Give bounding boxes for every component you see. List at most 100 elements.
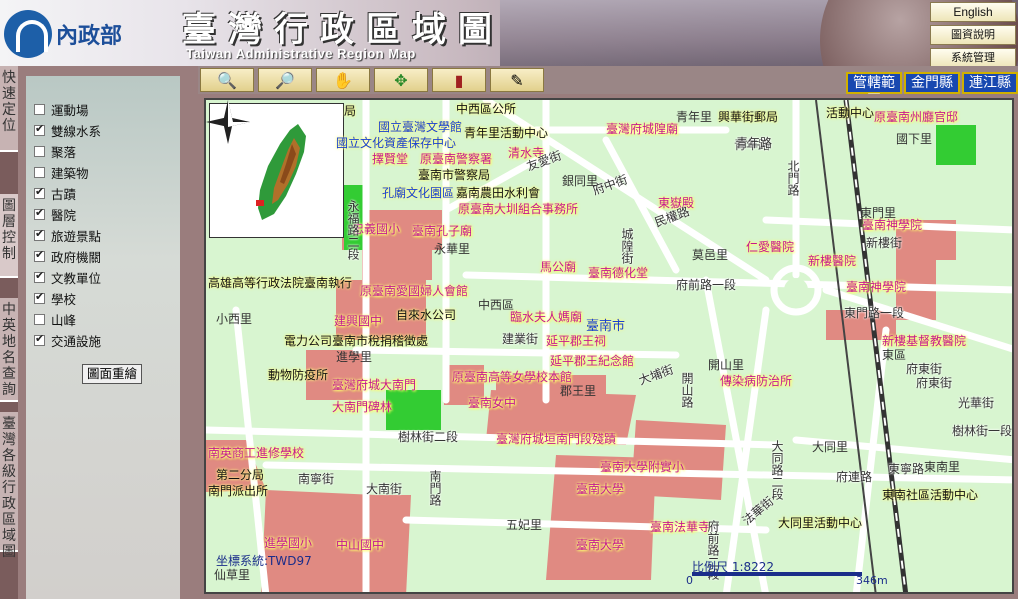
map-label[interactable]: 興華街郵局	[718, 110, 778, 124]
layer-checkbox[interactable]	[34, 166, 45, 178]
layer-item-water[interactable]: 雙線水系	[34, 121, 101, 139]
edit-button[interactable]: ✎	[490, 68, 544, 92]
tab-quick-locate[interactable]: 快速定位	[0, 66, 18, 152]
layer-checkbox[interactable]	[34, 103, 45, 115]
layer-checkbox[interactable]	[34, 313, 45, 325]
map-label[interactable]: 原臺南大圳組合事務所	[458, 202, 578, 216]
layer-control-panel: 運動場 雙線水系 聚落 建築物 古蹟 醫院 旅遊景點 政府機關 文教單位 學校 …	[18, 66, 198, 599]
tab-layer-control[interactable]: 圖層控制	[0, 194, 18, 278]
map-info-button[interactable]: 圖資說明	[930, 25, 1016, 45]
map-label[interactable]: 高雄高等行政法院臺南執行	[208, 276, 352, 290]
map-label[interactable]: 南英商工進修學校	[208, 446, 304, 460]
layer-checkbox[interactable]	[34, 269, 45, 283]
ministry-logo[interactable]: 內政部	[4, 10, 122, 58]
map-label[interactable]: 原臺南州廳官邸	[874, 110, 958, 124]
map-label[interactable]: 原臺南愛國婦人會館	[360, 284, 468, 298]
map-label[interactable]: 中西區公所	[456, 102, 516, 116]
zoom-out-button[interactable]: 🔎	[258, 68, 312, 92]
map-label[interactable]: 延平郡王紀念館	[550, 354, 634, 368]
system-admin-button[interactable]: 系統管理	[930, 48, 1016, 66]
tab-admin-maps[interactable]: 臺灣各級行政區域圖	[0, 412, 18, 560]
map-label[interactable]: 國立文化資產保存中心	[336, 136, 456, 150]
map-label[interactable]: 臺南大學	[576, 482, 624, 496]
map-label[interactable]: 嘉南農田水利會	[456, 186, 540, 200]
map-label[interactable]: 南門派出所	[208, 484, 268, 498]
map-label[interactable]: 局	[344, 104, 356, 118]
tab-name-search[interactable]: 中英地名查詢	[0, 298, 18, 402]
map-label[interactable]: 東南社區活動中心	[882, 488, 978, 502]
zoom-in-button[interactable]: 🔍	[200, 68, 254, 92]
layer-item-monument[interactable]: 古蹟	[34, 184, 76, 202]
map-label[interactable]: 臺灣府城垣南門段殘蹟	[496, 432, 616, 446]
jurisdiction-button[interactable]: 管轄範圍	[846, 72, 902, 109]
street-label: 東寧路	[888, 462, 925, 476]
map-label[interactable]: 原臺南警察署	[420, 152, 492, 166]
layer-item-transport[interactable]: 交通設施	[34, 331, 101, 349]
layer-checkbox[interactable]	[34, 185, 45, 199]
map-label[interactable]: 青年里活動中心	[464, 126, 548, 140]
map-label[interactable]: 臺南神學院	[846, 280, 906, 294]
legend-button[interactable]: ▮	[432, 68, 486, 92]
area-label: 永華里	[434, 242, 471, 256]
full-extent-button[interactable]: ✥	[374, 68, 428, 92]
map-label[interactable]: 進學國小	[264, 536, 312, 550]
map-label[interactable]: 原臺南高等女學校本館	[452, 370, 572, 384]
map-label[interactable]: 臺南市警察局	[418, 168, 490, 182]
layer-item-sports[interactable]: 運動場	[34, 100, 89, 118]
layer-checkbox[interactable]	[34, 227, 45, 241]
layer-checkbox[interactable]	[34, 122, 45, 136]
lienchiang-button[interactable]: 連江縣	[962, 72, 1018, 94]
map-label[interactable]: 電力公司臺南市稅捐稽徵處	[284, 334, 428, 348]
pencil-icon: ✎	[510, 70, 524, 90]
map-label[interactable]: 大同里活動中心	[778, 516, 862, 530]
map-label[interactable]: 第二分局	[216, 468, 264, 482]
map-label[interactable]: 臺灣府城大南門	[332, 378, 416, 392]
map-label[interactable]: 擇賢堂	[372, 152, 408, 166]
layer-checkbox[interactable]	[34, 206, 45, 220]
map-label[interactable]: 臺南市	[586, 320, 625, 334]
kinmen-button[interactable]: 金門縣	[904, 72, 960, 94]
map-label[interactable]: 延平郡王祠	[546, 334, 606, 348]
area-label: 郡王里	[560, 384, 597, 398]
map-label[interactable]: 臺南大學附實小	[600, 460, 684, 474]
map-label[interactable]: 臺南德化堂	[588, 266, 648, 280]
layer-item-tourism[interactable]: 旅遊景點	[34, 226, 101, 244]
map-label[interactable]: 大南門碑林	[332, 400, 392, 414]
map-label[interactable]: 自來水公司	[396, 308, 456, 322]
map-label[interactable]: 動物防疫所	[268, 368, 328, 382]
map-label[interactable]: 中山國中	[336, 538, 384, 552]
layer-checkbox[interactable]	[34, 145, 45, 157]
map-label[interactable]: 活動中心	[826, 106, 874, 120]
map-label[interactable]: 臺灣府城隍廟	[606, 122, 678, 136]
scale-bar	[692, 572, 862, 576]
map-label[interactable]: 傳染病防治所	[720, 374, 792, 388]
map-label[interactable]: 臺南孔子廟	[412, 224, 472, 238]
map-label[interactable]: 建興國中	[334, 314, 382, 328]
map-label[interactable]: 臺南大學	[576, 538, 624, 552]
map-label[interactable]: 新樓基督教醫院	[882, 334, 966, 348]
layer-item-building[interactable]: 建築物	[34, 163, 89, 181]
map-label[interactable]: 國立臺灣文學館	[378, 120, 462, 134]
layer-item-settlement[interactable]: 聚落	[34, 142, 76, 160]
layer-checkbox[interactable]	[34, 332, 45, 346]
map-label[interactable]: 臺南法華寺	[650, 520, 710, 534]
map-label[interactable]: 臨水夫人媽廟	[510, 310, 582, 324]
map-label[interactable]: 孔廟文化園區	[382, 186, 454, 200]
map-label[interactable]: 臺南女中	[468, 396, 516, 410]
layer-checkbox[interactable]	[34, 248, 45, 262]
layer-item-culture[interactable]: 文教單位	[34, 268, 101, 286]
redraw-button[interactable]: 圖面重繪	[82, 364, 142, 384]
map-label[interactable]: 仁愛醫院	[746, 240, 794, 254]
map-label[interactable]: 馬公廟	[540, 260, 576, 274]
layer-item-peak[interactable]: 山峰	[34, 310, 76, 328]
layer-item-hospital[interactable]: 醫院	[34, 205, 76, 223]
layer-item-government[interactable]: 政府機關	[34, 247, 101, 265]
english-button[interactable]: English	[930, 2, 1016, 22]
map-label[interactable]: 新樓醫院	[808, 254, 856, 268]
map-canvas[interactable]: 局 中西區公所 國立臺灣文學館 國立文化資產保存中心 青年里活動中心 擇賢堂 原…	[204, 98, 1014, 594]
side-tab-bar: 快速定位 圖層控制 中英地名查詢 臺灣各級行政區域圖	[0, 66, 18, 599]
layer-checkbox[interactable]	[34, 290, 45, 304]
layer-item-school[interactable]: 學校	[34, 289, 76, 307]
pan-button[interactable]: ✋	[316, 68, 370, 92]
map-label[interactable]: 臺南神學院	[862, 218, 922, 232]
